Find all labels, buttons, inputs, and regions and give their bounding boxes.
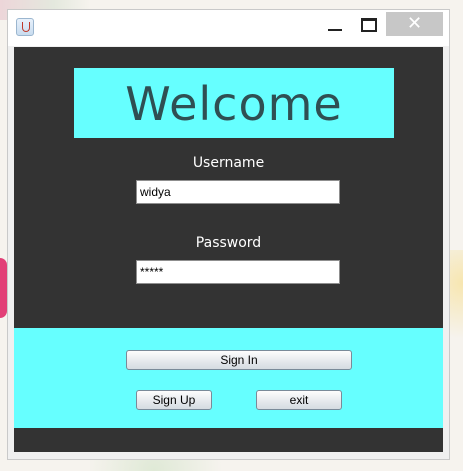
bottom-panel bbox=[14, 428, 443, 452]
minimize-button[interactable] bbox=[320, 14, 348, 38]
button-panel: Sign In Sign Up exit bbox=[14, 328, 443, 428]
welcome-banner: Welcome bbox=[74, 68, 394, 138]
login-window: ✕ Welcome Username widya Password ***** … bbox=[7, 9, 450, 460]
login-panel: Welcome Username widya Password ***** bbox=[14, 47, 443, 329]
maximize-button[interactable] bbox=[354, 14, 382, 38]
exit-button[interactable]: exit bbox=[256, 390, 342, 410]
welcome-heading: Welcome bbox=[125, 77, 343, 131]
password-field[interactable]: ***** bbox=[136, 260, 340, 284]
close-button[interactable]: ✕ bbox=[386, 12, 443, 36]
sign-in-button[interactable]: Sign In bbox=[126, 350, 352, 370]
java-app-icon bbox=[16, 18, 34, 36]
wallpaper-decoration bbox=[0, 258, 7, 318]
title-bar[interactable]: ✕ bbox=[8, 10, 449, 46]
password-label: Password bbox=[195, 235, 262, 251]
username-field[interactable]: widya bbox=[136, 180, 340, 204]
sign-up-button[interactable]: Sign Up bbox=[136, 390, 212, 410]
username-label: Username bbox=[192, 155, 265, 171]
